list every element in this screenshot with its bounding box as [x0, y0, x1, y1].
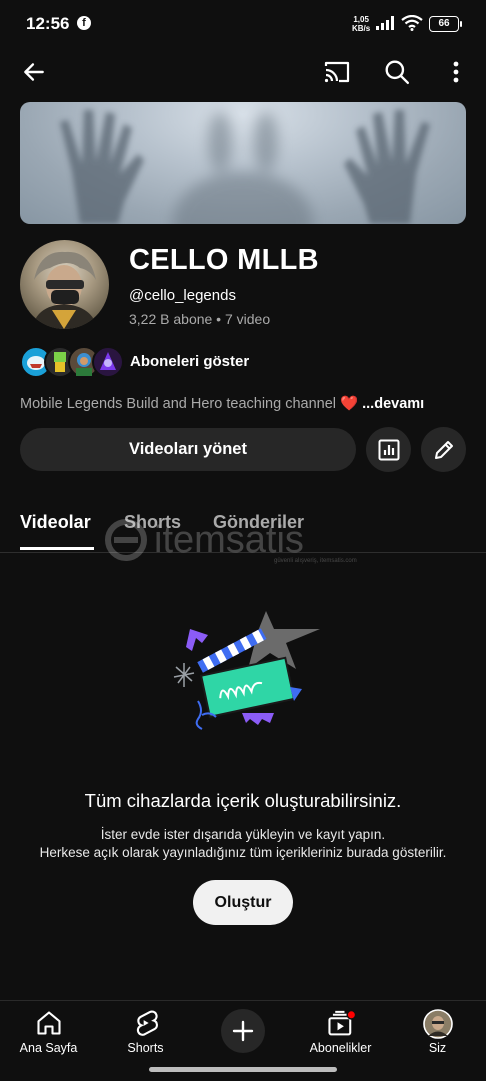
- watermark-logo: itemsatis güvenli alışveriş, itemsatis.c…: [104, 518, 394, 566]
- description-more-link[interactable]: ...devamı: [362, 396, 424, 412]
- subscriptions-icon: [327, 1009, 356, 1036]
- nav-you-label: Siz: [428, 1041, 447, 1055]
- cellular-signal-icon: [376, 16, 394, 30]
- nav-home[interactable]: Ana Sayfa: [0, 1001, 97, 1067]
- description-text: Mobile Legends Build and Hero teaching c…: [20, 396, 336, 412]
- empty-state-description: İster evde ister dışarıda yükleyin ve ka…: [0, 826, 486, 862]
- analytics-chart-icon: [378, 439, 399, 460]
- channel-banner: [20, 102, 466, 224]
- edit-channel-button[interactable]: [421, 427, 466, 472]
- create-button[interactable]: Oluştur: [193, 880, 293, 925]
- heart-emoji-icon: ❤️: [340, 396, 359, 412]
- watermark-tagline: güvenli alışveriş, itemsatis.com: [274, 558, 357, 564]
- more-options-button[interactable]: [438, 54, 474, 90]
- channel-stats: 3,22 B abone • 7 video: [129, 311, 271, 327]
- create-content-illustration: [162, 605, 328, 733]
- nav-shorts[interactable]: Shorts: [97, 1001, 194, 1067]
- banner-image-hands: [60, 110, 430, 224]
- empty-state-line-2: Herkese açık olarak yayınladığınız tüm i…: [39, 845, 447, 860]
- profile-avatar-icon: [422, 1009, 453, 1039]
- nav-shorts-label: Shorts: [127, 1041, 164, 1055]
- nav-subscriptions[interactable]: Abonelikler: [292, 1001, 389, 1067]
- plus-icon: [232, 1020, 254, 1042]
- channel-avatar[interactable]: [20, 240, 109, 329]
- home-icon: [36, 1011, 61, 1035]
- battery-indicator: 66: [429, 16, 462, 32]
- cast-button[interactable]: [319, 54, 355, 90]
- channel-name: CELLO MLLB: [129, 244, 319, 276]
- nav-subscriptions-label: Abonelikler: [309, 1041, 372, 1055]
- network-speed-value: 1,05: [353, 15, 369, 24]
- tab-videos[interactable]: Videolar: [20, 512, 91, 533]
- show-subscribers-row[interactable]: Aboneleri göster: [20, 346, 466, 378]
- channel-description[interactable]: Mobile Legends Build and Hero teaching c…: [20, 395, 424, 412]
- empty-state-line-1: İster evde ister dışarıda yükleyin ve ka…: [100, 827, 386, 842]
- active-tab-indicator: [20, 547, 94, 550]
- empty-state-title: Tüm cihazlarda içerik oluşturabilirsiniz…: [84, 790, 402, 811]
- cast-icon: [324, 61, 350, 83]
- shorts-icon: [136, 1010, 158, 1036]
- network-speed-unit: KB/s: [352, 24, 371, 33]
- analytics-button[interactable]: [366, 427, 411, 472]
- search-icon: [385, 60, 410, 85]
- nav-you[interactable]: Siz: [389, 1001, 486, 1067]
- search-button[interactable]: [379, 54, 415, 90]
- show-subscribers-label: Aboneleri göster: [130, 353, 250, 370]
- wifi-icon: [401, 15, 423, 31]
- network-speed: 1,05 KB/s: [352, 15, 370, 33]
- create-plus-button[interactable]: [221, 1009, 265, 1053]
- watermark-text: itemsatis: [154, 519, 304, 561]
- gesture-home-indicator[interactable]: [149, 1067, 337, 1072]
- facebook-notification-icon: f: [77, 16, 91, 30]
- more-vertical-icon: [453, 61, 459, 83]
- arrow-left-icon: [24, 63, 44, 81]
- status-bar: 12:56 f 1,05 KB/s 66: [0, 0, 486, 48]
- channel-handle: @cello_legends: [129, 287, 236, 304]
- avatar-image: [32, 251, 98, 329]
- top-app-bar: [0, 52, 486, 92]
- subscriber-avatar: [92, 346, 124, 378]
- nav-home-label: Ana Sayfa: [19, 1041, 78, 1055]
- manage-videos-button[interactable]: Videoları yönet: [20, 428, 356, 471]
- back-button[interactable]: [16, 54, 52, 90]
- pencil-icon: [434, 440, 453, 459]
- status-time: 12:56: [26, 14, 70, 33]
- notification-dot-icon: [346, 1009, 356, 1020]
